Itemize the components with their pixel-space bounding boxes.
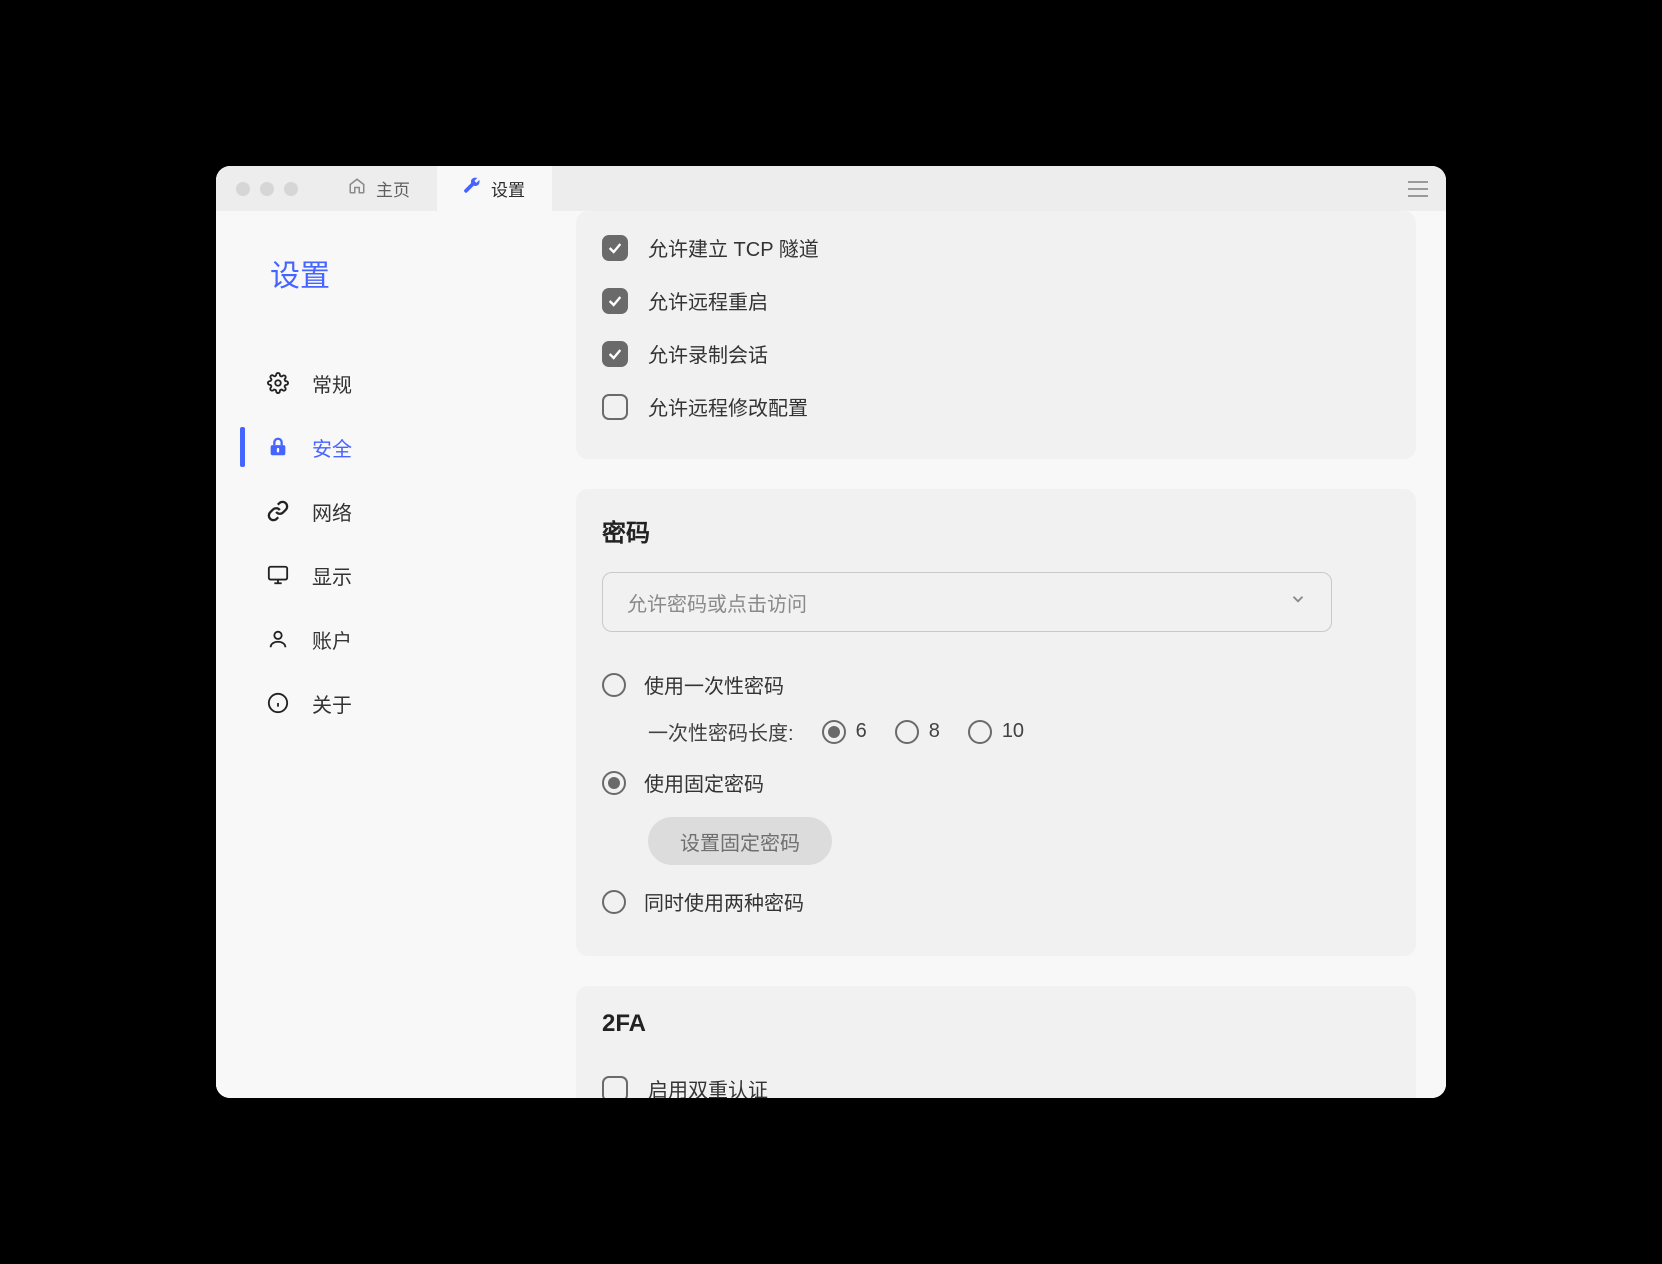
sidebar-item-label: 显示 xyxy=(312,561,352,590)
radio-icon xyxy=(602,673,626,697)
close-dot[interactable] xyxy=(236,182,250,196)
access-mode-select[interactable]: 允许密码或点击访问 xyxy=(602,572,1332,632)
chevron-down-icon xyxy=(1289,590,1307,614)
sidebar-item-label: 安全 xyxy=(312,433,352,462)
tab-home-label: 主页 xyxy=(376,176,410,201)
radio-one-time-password[interactable]: 使用一次性密码 xyxy=(602,656,1390,713)
checkbox-enable-2fa[interactable]: 启用双重认证 xyxy=(602,1062,1390,1098)
monitor-icon xyxy=(266,564,290,586)
window-controls xyxy=(216,182,298,196)
user-icon xyxy=(266,628,290,650)
home-icon xyxy=(348,177,366,200)
sidebar-item-label: 常规 xyxy=(312,369,352,398)
tab-settings[interactable]: 设置 xyxy=(437,166,552,211)
checkbox-icon xyxy=(602,235,628,261)
twofa-card: 2FA 启用双重认证 xyxy=(576,986,1416,1098)
otp-length-8[interactable]: 8 xyxy=(895,720,940,744)
checkbox-label: 允许远程重启 xyxy=(648,286,768,315)
radio-fixed-password[interactable]: 使用固定密码 xyxy=(602,754,1390,811)
permissions-card: 允许建立 TCP 隧道 允许远程重启 允许录制会话 允许远程修改配置 xyxy=(576,211,1416,459)
radio-label: 使用固定密码 xyxy=(644,768,764,797)
password-card: 密码 允许密码或点击访问 使用一次性密码 一次性密码长度: 6 xyxy=(576,489,1416,956)
sidebar-item-label: 网络 xyxy=(312,497,352,526)
radio-icon xyxy=(602,771,626,795)
titlebar: 主页 设置 xyxy=(216,166,1446,211)
section-title-password: 密码 xyxy=(602,513,1390,548)
checkbox-icon xyxy=(602,1076,628,1099)
set-fixed-password-button[interactable]: 设置固定密码 xyxy=(648,817,832,865)
checkbox-icon xyxy=(602,341,628,367)
menu-icon[interactable] xyxy=(1408,181,1428,202)
sidebar-item-label: 账户 xyxy=(312,625,352,654)
sidebar-item-label: 关于 xyxy=(312,689,352,718)
radio-both-passwords[interactable]: 同时使用两种密码 xyxy=(602,873,1390,930)
checkbox-record-session[interactable]: 允许录制会话 xyxy=(602,327,1390,380)
wrench-icon xyxy=(463,177,481,200)
radio-label: 使用一次性密码 xyxy=(644,670,784,699)
tab-home[interactable]: 主页 xyxy=(322,166,437,211)
tab-settings-label: 设置 xyxy=(491,176,525,201)
info-icon xyxy=(266,692,290,714)
radio-label: 10 xyxy=(1002,720,1024,743)
sidebar-item-network[interactable]: 网络 xyxy=(216,479,546,543)
otp-length-label: 一次性密码长度: xyxy=(648,717,794,746)
gear-icon xyxy=(266,372,290,394)
checkbox-label: 允许录制会话 xyxy=(648,339,768,368)
radio-label: 6 xyxy=(856,720,867,743)
link-icon xyxy=(266,500,290,522)
sidebar-item-account[interactable]: 账户 xyxy=(216,607,546,671)
zoom-dot[interactable] xyxy=(284,182,298,196)
content-area: 允许建立 TCP 隧道 允许远程重启 允许录制会话 允许远程修改配置 密码 xyxy=(546,211,1446,1098)
checkbox-remote-config[interactable]: 允许远程修改配置 xyxy=(602,380,1390,433)
checkbox-remote-restart[interactable]: 允许远程重启 xyxy=(602,274,1390,327)
checkbox-icon xyxy=(602,288,628,314)
sidebar: 设置 常规 安全 网络 xyxy=(216,211,546,1098)
radio-icon xyxy=(822,720,846,744)
checkbox-label: 允许远程修改配置 xyxy=(648,392,808,421)
sidebar-item-display[interactable]: 显示 xyxy=(216,543,546,607)
lock-icon xyxy=(266,436,290,458)
radio-label: 8 xyxy=(929,720,940,743)
radio-icon xyxy=(602,890,626,914)
radio-icon xyxy=(968,720,992,744)
radio-label: 同时使用两种密码 xyxy=(644,887,804,916)
sidebar-item-about[interactable]: 关于 xyxy=(216,671,546,735)
tabs: 主页 设置 xyxy=(322,166,552,211)
otp-length-row: 一次性密码长度: 6 8 10 xyxy=(602,713,1390,754)
sidebar-item-security[interactable]: 安全 xyxy=(216,415,546,479)
select-value: 允许密码或点击访问 xyxy=(627,588,807,617)
radio-icon xyxy=(895,720,919,744)
sidebar-item-general[interactable]: 常规 xyxy=(216,351,546,415)
sidebar-title: 设置 xyxy=(216,251,546,295)
checkbox-icon xyxy=(602,394,628,420)
otp-length-6[interactable]: 6 xyxy=(822,720,867,744)
checkbox-label: 启用双重认证 xyxy=(648,1074,768,1098)
minimize-dot[interactable] xyxy=(260,182,274,196)
otp-length-10[interactable]: 10 xyxy=(968,720,1024,744)
checkbox-label: 允许建立 TCP 隧道 xyxy=(648,233,819,262)
section-title-2fa: 2FA xyxy=(602,1010,1390,1038)
checkbox-tcp-tunnel[interactable]: 允许建立 TCP 隧道 xyxy=(602,221,1390,274)
